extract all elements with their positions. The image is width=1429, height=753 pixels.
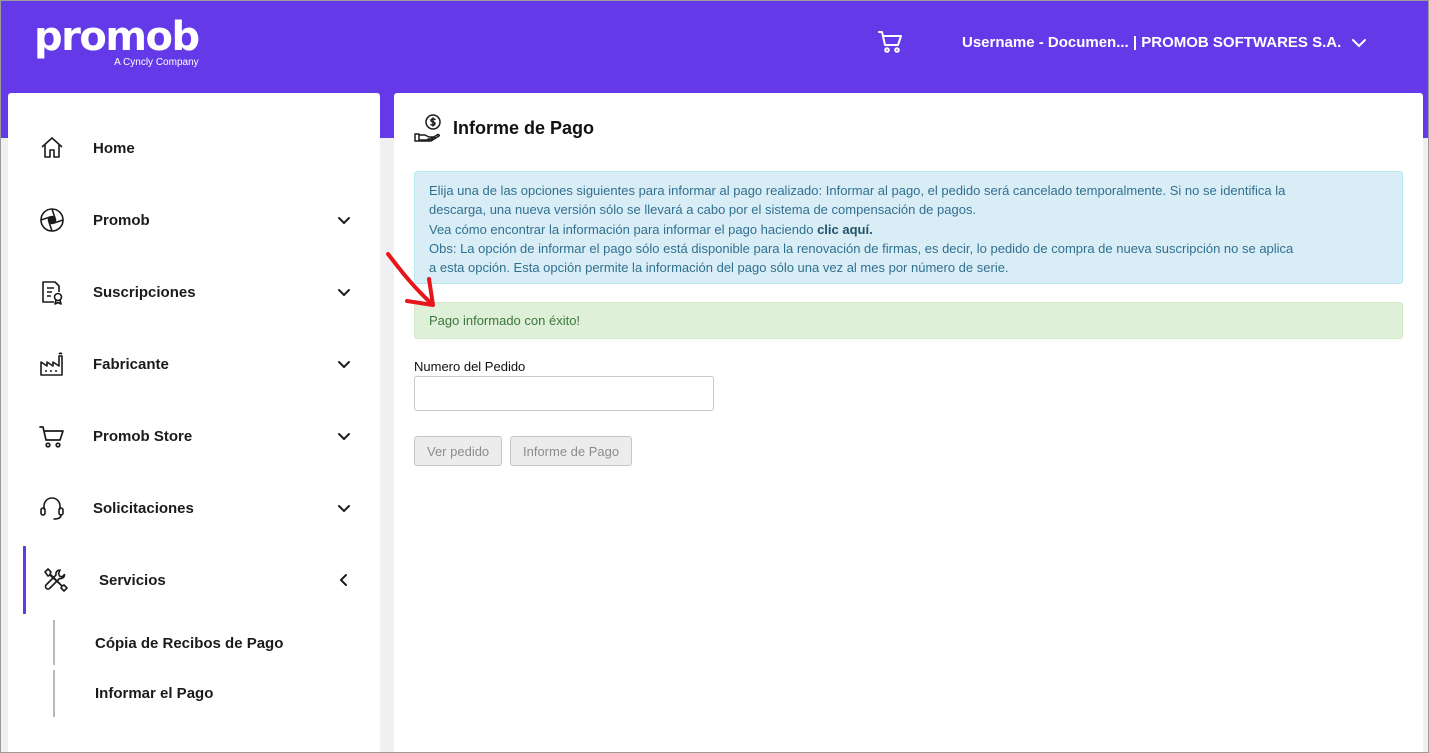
- cart-icon: [38, 422, 66, 450]
- chevron-down-icon: [338, 289, 350, 297]
- order-number-input[interactable]: [414, 376, 714, 411]
- cart-icon[interactable]: [878, 29, 904, 55]
- user-menu[interactable]: Username - Documen... | PROMOB SOFTWARES…: [962, 34, 1367, 51]
- view-order-button[interactable]: Ver pedido: [414, 436, 503, 466]
- success-alert: Pago informado con éxito!: [414, 302, 1403, 339]
- info-text: Vea cómo encontrar la información para i…: [429, 221, 818, 237]
- info-line: descarga, una nueva versión sólo se llev…: [429, 202, 977, 218]
- submenu-divider: [53, 670, 55, 717]
- annotation-arrow: [386, 252, 435, 307]
- sidebar: Home Promob Suscripciones Fabricante Pro…: [8, 93, 380, 752]
- sidebar-item-label: Promob: [93, 211, 150, 229]
- main-panel: Informe de Pago Elija una de las opcione…: [394, 93, 1423, 752]
- tools-icon: [41, 566, 69, 594]
- sidebar-item-fabricante[interactable]: Fabricante: [8, 336, 380, 392]
- chevron-left-icon: [339, 574, 347, 586]
- page-title: Informe de Pago: [453, 117, 595, 138]
- home-icon: [38, 134, 66, 162]
- info-line: Obs: La opción de informar el pago sólo …: [429, 240, 1294, 256]
- sidebar-item-label: Promob Store: [93, 427, 193, 445]
- sidebar-item-servicios[interactable]: Servicios: [23, 546, 380, 614]
- sidebar-item-home[interactable]: Home: [8, 120, 380, 176]
- sidebar-item-promob[interactable]: Promob: [8, 192, 380, 248]
- submenu-divider: [53, 620, 55, 665]
- user-menu-label: Username - Documen... | PROMOB SOFTWARES…: [962, 34, 1342, 51]
- sidebar-item-label: Servicios: [99, 571, 166, 589]
- certificate-icon: [38, 278, 66, 306]
- app-window: promob A Cyncly Company Username - Docum…: [0, 0, 1429, 753]
- aperture-icon: [38, 206, 66, 234]
- submenu-item-informar-pago[interactable]: Informar el Pago: [95, 685, 213, 702]
- info-alert: Elija una de las opciones siguientes par…: [414, 171, 1403, 284]
- info-line: Elija una de las opciones siguientes par…: [429, 183, 1286, 198]
- page-header: Informe de Pago: [413, 113, 594, 143]
- sidebar-item-suscripciones[interactable]: Suscripciones: [8, 264, 380, 320]
- payment-hand-icon: [414, 114, 441, 142]
- sidebar-item-label: Solicitaciones: [93, 499, 194, 517]
- sidebar-item-promob-store[interactable]: Promob Store: [8, 408, 380, 464]
- sidebar-item-label: Fabricante: [93, 355, 169, 373]
- factory-icon: [38, 350, 66, 378]
- promob-logo[interactable]: promob A Cyncly Company: [34, 14, 200, 68]
- sidebar-item-label: Suscripciones: [93, 283, 196, 301]
- chevron-down-icon: [338, 217, 350, 225]
- help-link[interactable]: clic aquí.: [817, 222, 873, 237]
- sidebar-item-label: Home: [93, 139, 135, 157]
- submenu-item-copia-recibos[interactable]: Cópia de Recibos de Pago: [95, 635, 283, 652]
- info-line: Vea cómo encontrar la información para i…: [429, 220, 1388, 239]
- order-number-label: Numero del Pedido: [414, 359, 526, 374]
- headset-icon: [38, 494, 66, 522]
- chevron-down-icon: [338, 361, 350, 369]
- report-payment-button[interactable]: Informe de Pago: [510, 436, 633, 466]
- chevron-down-icon: [338, 433, 350, 441]
- chevron-down-icon: [1352, 38, 1367, 47]
- logo-wordmark: promob: [34, 14, 200, 60]
- info-line: a esta opción. Esta opción permite la in…: [429, 260, 1009, 276]
- chevron-down-icon: [338, 505, 350, 513]
- sidebar-item-solicitaciones[interactable]: Solicitaciones: [8, 480, 380, 536]
